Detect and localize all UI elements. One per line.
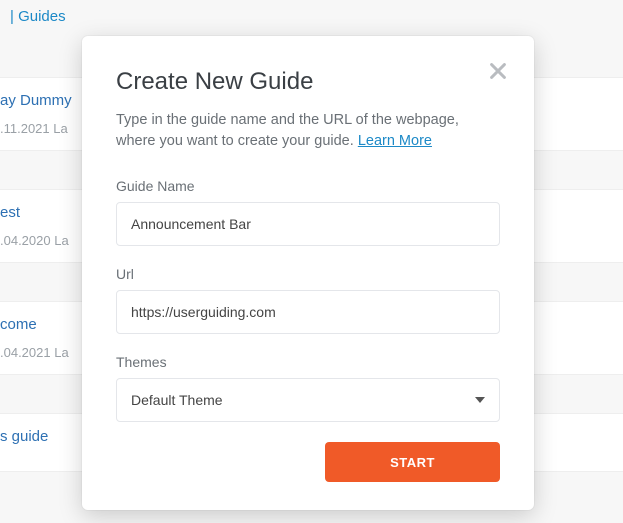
theme-field: Themes Default Theme bbox=[116, 354, 500, 422]
close-icon bbox=[487, 60, 509, 85]
breadcrumb: | Guides bbox=[0, 0, 623, 37]
modal-actions: START bbox=[116, 442, 500, 482]
url-label: Url bbox=[116, 266, 500, 282]
modal-description: Type in the guide name and the URL of th… bbox=[116, 110, 500, 152]
theme-select[interactable]: Default Theme bbox=[116, 378, 500, 422]
url-field: Url bbox=[116, 266, 500, 334]
start-button[interactable]: START bbox=[325, 442, 500, 482]
url-input[interactable] bbox=[116, 290, 500, 334]
learn-more-link[interactable]: Learn More bbox=[358, 133, 432, 149]
create-guide-modal: Create New Guide Type in the guide name … bbox=[82, 36, 534, 510]
guide-name-label: Guide Name bbox=[116, 178, 500, 194]
close-button[interactable] bbox=[480, 54, 516, 90]
modal-title: Create New Guide bbox=[116, 68, 500, 96]
guide-name-field: Guide Name bbox=[116, 178, 500, 246]
theme-label: Themes bbox=[116, 354, 500, 370]
guide-name-input[interactable] bbox=[116, 202, 500, 246]
